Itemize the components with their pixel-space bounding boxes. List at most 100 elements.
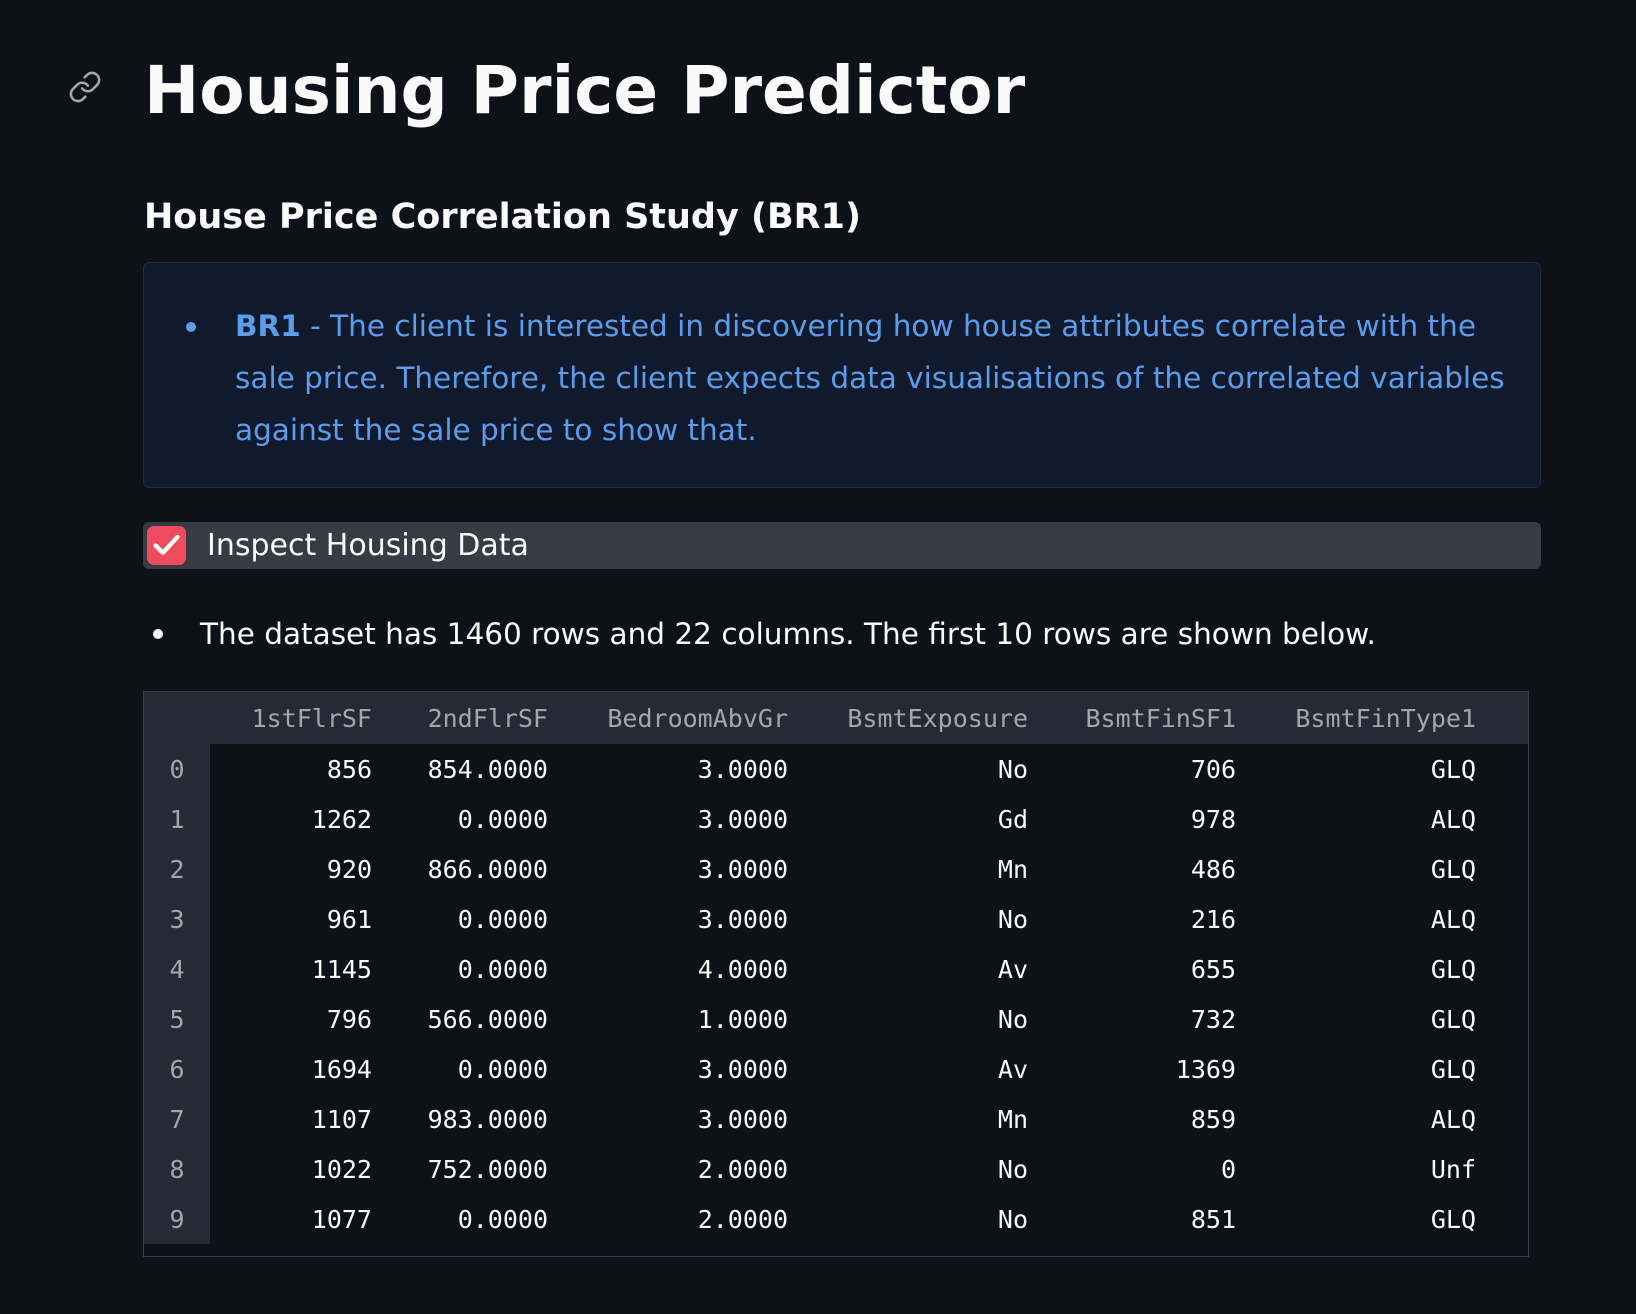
check-icon [153,534,180,555]
table-row: 0 856 854.0000 3.0000 No 706 GLQ [144,744,1528,794]
table-cell[interactable]: 854.0000 [372,744,548,794]
row-padding [1476,1194,1528,1244]
table-cell[interactable]: 0.0000 [372,794,548,844]
table-cell[interactable]: 859 [1028,1094,1236,1144]
table-cell[interactable]: Gd [788,794,1028,844]
column-header[interactable]: BsmtExposure [788,692,1028,744]
row-index[interactable]: 4 [144,944,210,994]
table-cell[interactable]: 0.0000 [372,944,548,994]
table-cell[interactable]: 920 [210,844,372,894]
table-row: 7 1107 983.0000 3.0000 Mn 859 ALQ [144,1094,1528,1144]
row-padding [1476,794,1528,844]
table-cell[interactable]: GLQ [1236,994,1476,1044]
index-header [144,692,210,744]
table-cell[interactable]: 1145 [210,944,372,994]
table-header-row: 1stFlrSF 2ndFlrSF BedroomAbvGr BsmtExpos… [144,692,1528,744]
table-cell[interactable]: 3.0000 [548,744,788,794]
row-padding [1476,844,1528,894]
table-cell[interactable]: GLQ [1236,1194,1476,1244]
table-cell[interactable]: 1.0000 [548,994,788,1044]
table-cell[interactable]: No [788,894,1028,944]
table-cell[interactable]: 796 [210,994,372,1044]
column-header[interactable]: BedroomAbvGr [548,692,788,744]
column-header[interactable]: 1stFlrSF [210,692,372,744]
table-cell[interactable]: 1369 [1028,1044,1236,1094]
table-cell[interactable]: 566.0000 [372,994,548,1044]
data-table-container[interactable]: 1stFlrSF 2ndFlrSF BedroomAbvGr BsmtExpos… [143,691,1529,1257]
table-cell[interactable]: 0 [1028,1144,1236,1194]
column-header[interactable]: 2ndFlrSF [372,692,548,744]
summary-bullet [153,629,163,639]
row-index[interactable]: 5 [144,994,210,1044]
table-cell[interactable]: 3.0000 [548,1094,788,1144]
table-cell[interactable]: ALQ [1236,794,1476,844]
row-padding [1476,894,1528,944]
table-cell[interactable]: ALQ [1236,894,1476,944]
table-cell[interactable]: 978 [1028,794,1236,844]
table-cell[interactable]: 3.0000 [548,1044,788,1094]
table-cell[interactable]: ALQ [1236,1094,1476,1144]
table-cell[interactable]: 486 [1028,844,1236,894]
table-cell[interactable]: No [788,1144,1028,1194]
table-cell[interactable]: GLQ [1236,844,1476,894]
row-index[interactable]: 0 [144,744,210,794]
row-index[interactable]: 3 [144,894,210,944]
table-cell[interactable]: 2.0000 [548,1144,788,1194]
table-cell[interactable]: No [788,994,1028,1044]
row-index[interactable]: 9 [144,1194,210,1244]
table-cell[interactable]: 752.0000 [372,1144,548,1194]
row-index[interactable]: 1 [144,794,210,844]
row-index[interactable]: 7 [144,1094,210,1144]
table-cell[interactable]: 3.0000 [548,844,788,894]
table-cell[interactable]: 1694 [210,1044,372,1094]
table-cell[interactable]: 1022 [210,1144,372,1194]
table-cell[interactable]: Mn [788,1094,1028,1144]
table-cell[interactable]: 1107 [210,1094,372,1144]
table-cell[interactable]: GLQ [1236,944,1476,994]
header-padding [1476,692,1528,744]
table-row: 2 920 866.0000 3.0000 Mn 486 GLQ [144,844,1528,894]
table-cell[interactable]: 3.0000 [548,794,788,844]
table-cell[interactable]: No [788,744,1028,794]
checkbox-label[interactable]: Inspect Housing Data [207,522,529,569]
link-icon[interactable] [68,70,102,104]
row-padding [1476,1044,1528,1094]
table-cell[interactable]: GLQ [1236,744,1476,794]
table-cell[interactable]: 706 [1028,744,1236,794]
info-body: The client is interested in discovering … [235,309,1505,447]
table-row: 8 1022 752.0000 2.0000 No 0 Unf [144,1144,1528,1194]
table-cell[interactable]: 866.0000 [372,844,548,894]
table-cell[interactable]: Mn [788,844,1028,894]
table-body: 0 856 854.0000 3.0000 No 706 GLQ 1 1262 0.0000 3.0… [144,744,1528,1244]
checkbox-checked[interactable] [147,526,186,565]
table-cell[interactable]: 1077 [210,1194,372,1244]
inspect-data-checkbox[interactable]: Inspect Housing Data [143,522,1541,569]
table-cell[interactable]: 1262 [210,794,372,844]
table-cell[interactable]: 0.0000 [372,1194,548,1244]
table-cell[interactable]: 856 [210,744,372,794]
row-index[interactable]: 2 [144,844,210,894]
table-cell[interactable]: 216 [1028,894,1236,944]
section-title: House Price Correlation Study (BR1) [144,197,861,237]
table-cell[interactable]: No [788,1194,1028,1244]
table-cell[interactable]: 655 [1028,944,1236,994]
table-cell[interactable]: Av [788,944,1028,994]
column-header[interactable]: BsmtFinSF1 [1028,692,1236,744]
row-padding [1476,944,1528,994]
table-cell[interactable]: 732 [1028,994,1236,1044]
info-bullet [186,322,196,332]
column-header[interactable]: BsmtFinType1 [1236,692,1476,744]
table-cell[interactable]: 0.0000 [372,894,548,944]
table-cell[interactable]: 4.0000 [548,944,788,994]
row-index[interactable]: 6 [144,1044,210,1094]
table-cell[interactable]: Av [788,1044,1028,1094]
table-cell[interactable]: GLQ [1236,1044,1476,1094]
table-cell[interactable]: 961 [210,894,372,944]
table-cell[interactable]: Unf [1236,1144,1476,1194]
table-cell[interactable]: 0.0000 [372,1044,548,1094]
row-index[interactable]: 8 [144,1144,210,1194]
table-cell[interactable]: 851 [1028,1194,1236,1244]
table-cell[interactable]: 3.0000 [548,894,788,944]
table-cell[interactable]: 983.0000 [372,1094,548,1144]
table-cell[interactable]: 2.0000 [548,1194,788,1244]
